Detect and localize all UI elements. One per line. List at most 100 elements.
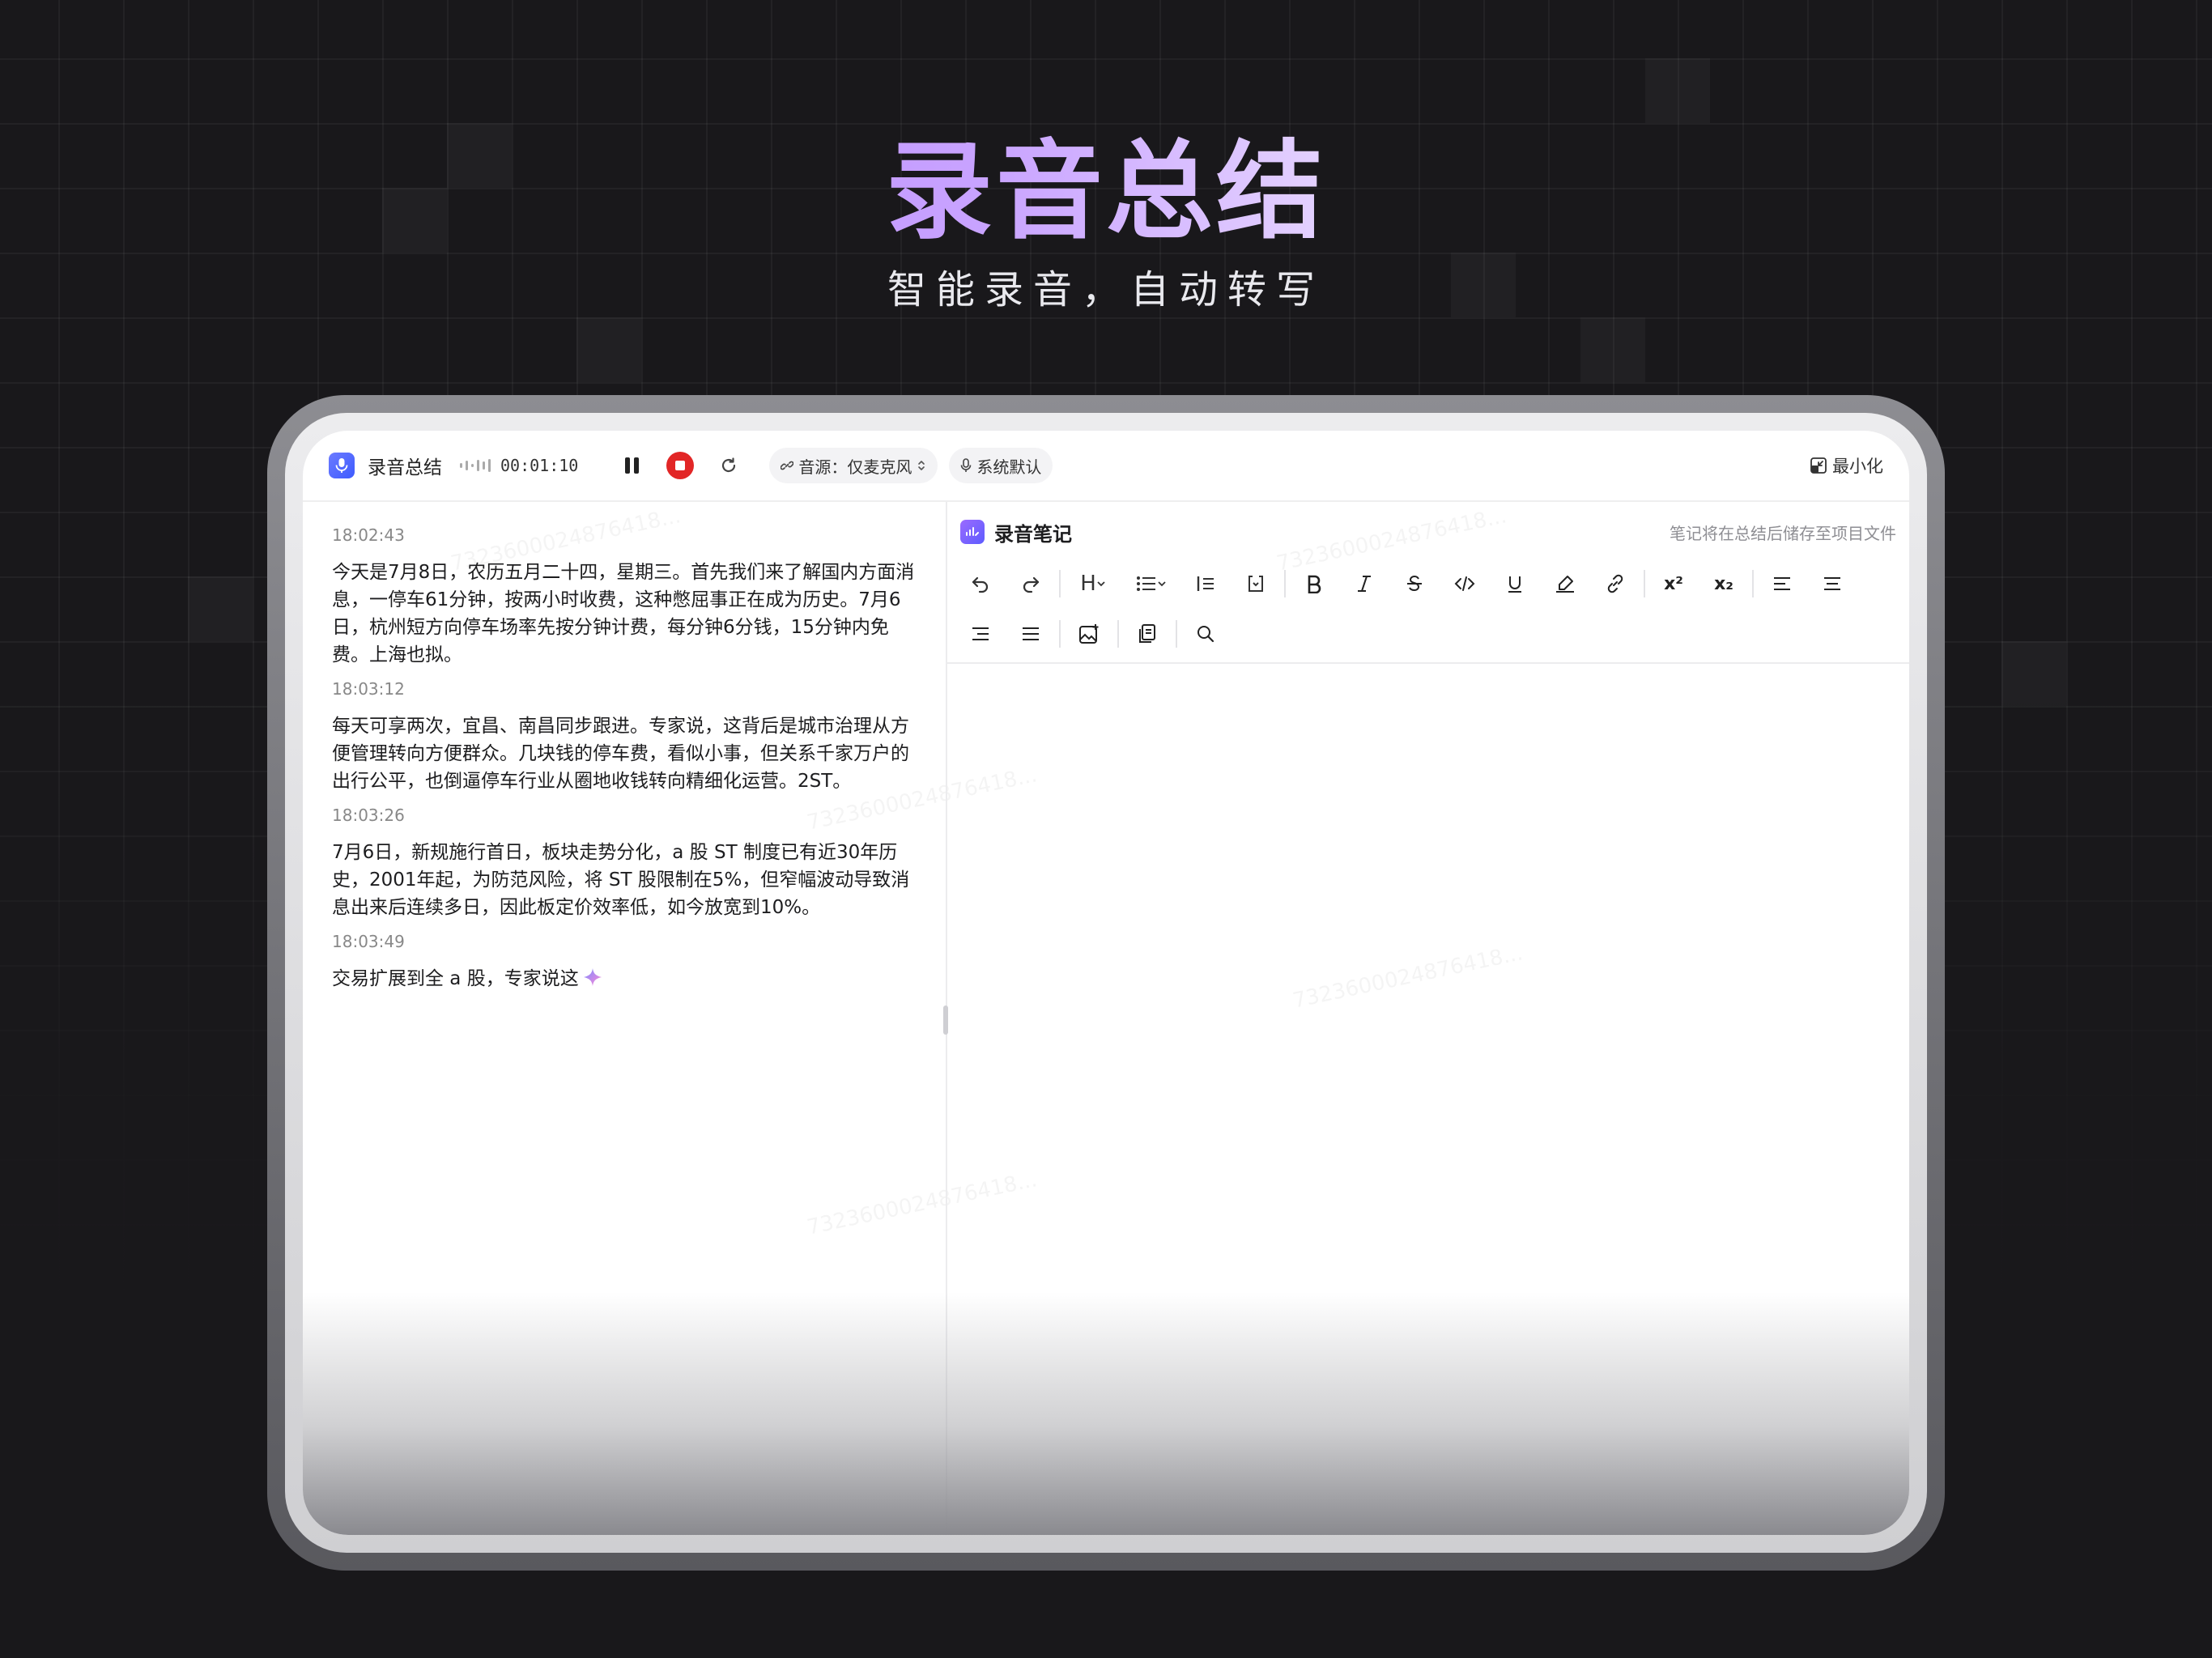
blockquote-icon: [1197, 576, 1214, 591]
restart-button[interactable]: [713, 449, 745, 482]
clipboard-icon: [1139, 624, 1155, 643]
audio-waveform-icon: [460, 459, 491, 472]
heading-dropdown[interactable]: H: [1064, 565, 1122, 602]
underline-button[interactable]: [1490, 565, 1540, 602]
bullet-list-icon: [1137, 576, 1155, 591]
segment-timestamp: 18:03:26: [332, 806, 405, 825]
grid-tile: [188, 576, 253, 641]
segment-timestamp: 18:03:12: [332, 679, 405, 699]
redo-button[interactable]: [1006, 565, 1056, 602]
align-right-button[interactable]: [955, 615, 1006, 653]
stop-button[interactable]: [664, 449, 696, 482]
align-center-icon: [1824, 577, 1840, 590]
toolbar-separator: [1752, 570, 1754, 597]
notes-title: 录音笔记: [994, 522, 1072, 546]
align-justify-icon: [1023, 627, 1039, 640]
segment-live: 交易扩展到全 a 股，专家说这: [332, 965, 917, 993]
promo-stage: 录音总结 智能录音，自动转写 7323600024876418... 73236…: [0, 0, 2212, 1658]
align-right-icon: [972, 627, 989, 640]
code-block-icon: [1249, 576, 1263, 592]
segment-timestamp: 18:02:43: [332, 525, 405, 545]
transcript-pane[interactable]: 18:02:43 今天是7月8日，农历五月二十四，星期三。首先我们来了解国内方面…: [303, 502, 946, 1535]
refresh-icon: [722, 457, 736, 473]
align-left-icon: [1774, 577, 1790, 590]
toolbar-separator: [1117, 620, 1119, 648]
microphone-select[interactable]: 系统默认: [949, 448, 1053, 483]
segment-text: 每天可享两次，宜昌、南昌同步跟进。专家说，这背后是城市治理从方便管理转向方便群众…: [332, 716, 909, 792]
minimize-button[interactable]: 最小化: [1810, 453, 1883, 478]
link-icon: [781, 461, 794, 470]
stop-icon: [666, 452, 695, 479]
notes-icon: [960, 520, 985, 544]
grid-tile: [576, 317, 641, 382]
microphone-icon: [961, 458, 972, 472]
audio-source-select[interactable]: 音源：仅麦克风: [769, 448, 938, 483]
highlighter-icon: [1556, 576, 1574, 593]
sparkle-icon: [583, 968, 602, 986]
subscript-icon: x₂: [1714, 573, 1733, 594]
italic-icon: [1358, 576, 1371, 592]
undo-button[interactable]: [955, 565, 1006, 602]
align-justify-button[interactable]: [1006, 615, 1056, 653]
editor-toolbar: H x² x₂: [947, 551, 1909, 664]
toolbar-separator: [1284, 570, 1286, 597]
recording-toolbar: 录音总结 00:01:10 音源：仅麦克风 系统默认 最小化: [303, 431, 1909, 502]
toolbar-separator: [1644, 570, 1645, 597]
audio-source-label: 音源：仅麦克风: [798, 457, 912, 477]
tablet-frame: 7323600024876418... 7323600024876418... …: [267, 395, 1945, 1571]
strikethrough-icon: [1407, 575, 1422, 592]
strikethrough-button[interactable]: [1389, 565, 1440, 602]
code-block-button[interactable]: [1231, 565, 1281, 602]
highlight-button[interactable]: [1540, 565, 1590, 602]
notes-hint: 笔记将在总结后储存至项目文件: [1670, 523, 1896, 543]
superscript-button[interactable]: x²: [1648, 565, 1699, 602]
list-dropdown[interactable]: [1122, 565, 1180, 602]
underline-icon: [1508, 576, 1521, 593]
search-button[interactable]: [1180, 615, 1231, 653]
pause-icon: [624, 457, 639, 474]
hero-subtitle: 智能录音，自动转写: [887, 267, 1325, 312]
notes-pane: 录音笔记 笔记将在总结后储存至项目文件 H x² x₂: [947, 502, 1909, 1535]
code-icon: [1454, 576, 1475, 591]
minimize-icon: [1810, 457, 1827, 474]
toolbar-separator: [1059, 570, 1061, 597]
segment-text: 7月6日，新规施行首日，板块走势分化，a 股 ST 制度已有近30年历史，200…: [332, 842, 910, 918]
app-title: 录音总结: [368, 457, 442, 478]
pause-button[interactable]: [615, 449, 648, 482]
chevron-down-icon: [1097, 581, 1105, 587]
grid-tile: [1580, 317, 1645, 382]
bold-icon: [1308, 575, 1321, 593]
chevron-down-icon: [1158, 581, 1166, 587]
bold-button[interactable]: [1289, 565, 1339, 602]
link-button[interactable]: [1590, 565, 1640, 602]
microphone-label: 系统默认: [976, 457, 1042, 477]
subscript-button[interactable]: x₂: [1699, 565, 1749, 602]
chevron-updown-icon: [918, 461, 925, 470]
align-center-button[interactable]: [1807, 565, 1857, 602]
toolbar-separator: [1059, 620, 1061, 648]
hero-title: 录音总结: [0, 105, 2212, 260]
undo-icon: [972, 576, 989, 593]
grid-tile: [2001, 641, 2066, 706]
redo-icon: [1023, 576, 1040, 593]
recording-timer: 00:01:10: [500, 456, 579, 475]
segment-text: 今天是7月8日，农历五月二十四，星期三。首先我们来了解国内方面消息，一停车61分…: [332, 562, 915, 665]
image-plus-icon: [1079, 624, 1099, 644]
inline-code-button[interactable]: [1440, 565, 1490, 602]
insert-image-button[interactable]: [1064, 615, 1114, 653]
blockquote-button[interactable]: [1180, 565, 1231, 602]
notes-editor[interactable]: [947, 664, 1909, 1535]
link-icon: [1607, 574, 1623, 593]
toolbar-separator: [1176, 620, 1177, 648]
italic-button[interactable]: [1339, 565, 1389, 602]
segment-timestamp: 18:03:49: [332, 932, 405, 951]
heading-icon: H: [1080, 572, 1096, 596]
segment-text: 交易扩展到全 a 股，专家说这: [332, 968, 579, 989]
align-left-button[interactable]: [1757, 565, 1807, 602]
search-icon: [1197, 626, 1214, 643]
copy-button[interactable]: [1122, 615, 1172, 653]
app-window: 7323600024876418... 7323600024876418... …: [303, 431, 1909, 1535]
minimize-label: 最小化: [1832, 457, 1883, 476]
tablet-bezel: 7323600024876418... 7323600024876418... …: [285, 413, 1927, 1553]
notes-header: 录音笔记 笔记将在总结后储存至项目文件: [947, 502, 1909, 551]
